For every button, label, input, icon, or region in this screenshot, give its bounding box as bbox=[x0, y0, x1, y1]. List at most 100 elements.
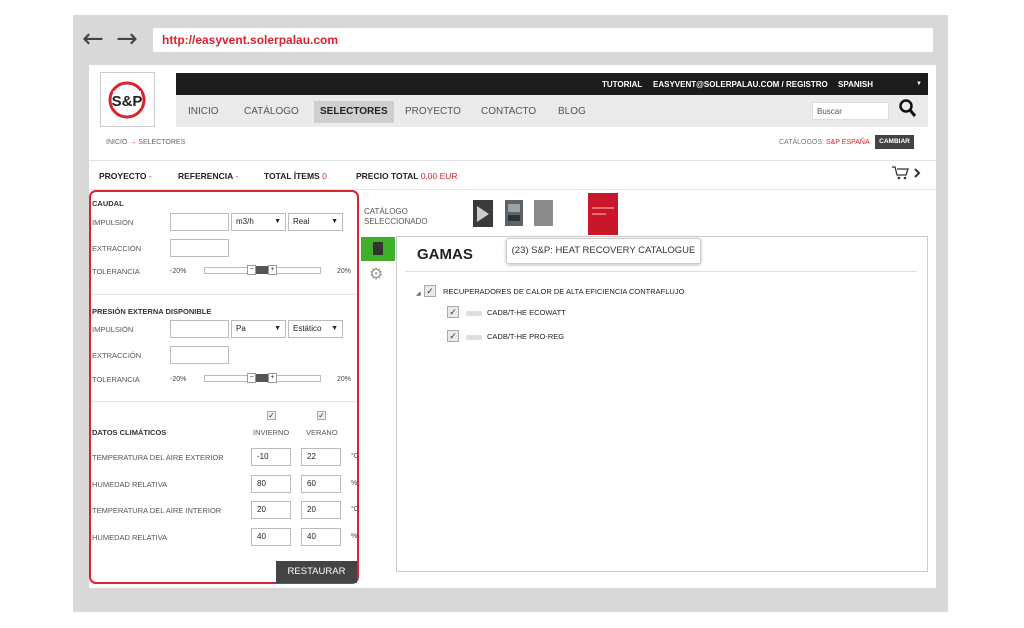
back-arrow-icon[interactable]: ← bbox=[82, 26, 104, 52]
presion-impulsion-input[interactable] bbox=[170, 320, 229, 338]
caudal-tolerancia-label: TOLERANCIA bbox=[92, 267, 140, 276]
catalog-tooltip: (23) S&P: HEAT RECOVERY CATALOGUE bbox=[506, 238, 701, 264]
top-bar: TUTORIAL EASYVENT@SOLERPALAU.COM / REGIS… bbox=[176, 73, 928, 95]
summary-proyecto-label: PROYECTO bbox=[99, 171, 147, 181]
summary-items-label: TOTAL ÍTEMS bbox=[264, 171, 320, 181]
climaticos-title: DATOS CLIMÁTICOS bbox=[92, 428, 167, 437]
search-icon[interactable] bbox=[899, 99, 917, 119]
product-icon bbox=[466, 311, 482, 316]
presion-title: PRESIÓN EXTERNA DISPONIBLE bbox=[92, 307, 212, 316]
caudal-impulsion-input[interactable] bbox=[170, 213, 229, 231]
nav-contacto[interactable]: CONTACTO bbox=[475, 101, 542, 123]
cambiar-button[interactable]: CAMBIAR bbox=[875, 135, 914, 149]
presion-minus-button[interactable]: − bbox=[247, 373, 256, 383]
presion-slider-handle[interactable] bbox=[256, 374, 268, 382]
item-checkbox[interactable]: ✓ bbox=[447, 330, 459, 342]
presion-unit-select[interactable]: Pa ▼ bbox=[231, 320, 286, 338]
divider bbox=[405, 271, 917, 272]
tree-item-label[interactable]: CADB/T-HE PRO-REG bbox=[487, 332, 564, 341]
nav-catalogo[interactable]: CATÁLOGO bbox=[238, 101, 305, 123]
cart-icon[interactable] bbox=[891, 165, 923, 181]
forward-arrow-icon[interactable]: → bbox=[116, 26, 138, 52]
clima-verano-input[interactable]: 40 bbox=[301, 528, 341, 546]
product-icon bbox=[466, 335, 482, 340]
caudal-extraccion-label: EXTRACCIÓN bbox=[92, 244, 142, 253]
nav-proyecto[interactable]: PROYECTO bbox=[399, 101, 467, 123]
presion-extraccion-label: EXTRACCIÓN bbox=[92, 351, 142, 360]
presion-mode-select[interactable]: Estático ▼ bbox=[288, 320, 343, 338]
caudal-mode-select[interactable]: Real ▼ bbox=[288, 213, 343, 231]
brand-logo[interactable]: S&P bbox=[100, 72, 155, 127]
clima-invierno-input[interactable]: -10 bbox=[251, 448, 291, 466]
catalogo-label-line2: SELECCIONADO bbox=[364, 217, 428, 226]
breadcrumb-arrow-icon: → bbox=[129, 139, 137, 146]
caudal-title: CAUDAL bbox=[92, 199, 124, 208]
catalogs-label: CATÁLOGOS: bbox=[779, 139, 824, 146]
catalog-tab-active[interactable] bbox=[361, 237, 395, 261]
caudal-unit-select[interactable]: m3/h ▼ bbox=[231, 213, 286, 231]
clima-verano-input[interactable]: 22 bbox=[301, 448, 341, 466]
catalogo-label-line1: CATÁLOGO bbox=[364, 207, 408, 216]
clima-invierno-input[interactable]: 40 bbox=[251, 528, 291, 546]
caudal-minus-button[interactable]: − bbox=[247, 265, 256, 275]
summary-precio: PRECIO TOTAL 0,00 EUR bbox=[356, 171, 458, 181]
chevron-down-icon: ▼ bbox=[331, 218, 338, 225]
summary-proyecto-value: - bbox=[148, 171, 152, 181]
catalog-thumbnail[interactable] bbox=[505, 200, 523, 226]
clima-verano-input[interactable]: 20 bbox=[301, 501, 341, 519]
verano-label: VERANO bbox=[306, 428, 338, 437]
caudal-slider-handle[interactable] bbox=[256, 266, 268, 274]
clima-unit: °C bbox=[351, 506, 359, 513]
language-select[interactable]: SPANISH bbox=[838, 80, 873, 89]
breadcrumb-home[interactable]: INICIO bbox=[106, 139, 127, 146]
item-checkbox[interactable]: ✓ bbox=[447, 306, 459, 318]
catalogs-info: CATÁLOGOS: S&P ESPAÑA bbox=[779, 139, 870, 146]
url-bar[interactable]: http://easyvent.solerpalau.com bbox=[153, 28, 933, 52]
language-caret-icon[interactable]: ▼ bbox=[916, 81, 922, 87]
presion-extraccion-input[interactable] bbox=[170, 346, 229, 364]
presion-tol-min: -20% bbox=[170, 376, 187, 383]
gamas-title: GAMAS bbox=[417, 246, 473, 263]
expand-triangle-icon[interactable]: ◢ bbox=[416, 290, 421, 297]
clima-unit: % bbox=[351, 533, 358, 540]
summary-referencia-label: REFERENCIA bbox=[178, 171, 233, 181]
restaurar-button[interactable]: RESTAURAR bbox=[276, 561, 357, 583]
tutorial-link[interactable]: TUTORIAL bbox=[602, 80, 642, 89]
clima-row-label: TEMPERATURA DEL AIRE EXTERIOR bbox=[92, 453, 224, 462]
tree-item-label[interactable]: CADB/T-HE ECOWATT bbox=[487, 308, 566, 317]
group-checkbox[interactable]: ✓ bbox=[424, 285, 436, 297]
search-input[interactable]: Buscar bbox=[812, 102, 889, 120]
chevron-down-icon: ▼ bbox=[331, 325, 338, 332]
catalog-thumbnail-selected[interactable] bbox=[588, 193, 618, 235]
presion-plus-button[interactable]: + bbox=[268, 373, 277, 383]
caudal-tol-min: -20% bbox=[170, 268, 187, 275]
catalogs-value: S&P ESPAÑA bbox=[825, 139, 870, 146]
clima-row-label: TEMPERATURA DEL AIRE INTERIOR bbox=[92, 506, 222, 515]
tree-group-label[interactable]: RECUPERADORES DE CALOR DE ALTA EFICIENCI… bbox=[443, 287, 684, 296]
clima-invierno-input[interactable]: 80 bbox=[251, 475, 291, 493]
verano-checkbox[interactable]: ✓ bbox=[317, 411, 326, 420]
presion-unit-value: Pa bbox=[236, 324, 246, 333]
nav-blog[interactable]: BLOG bbox=[552, 101, 592, 123]
presion-tolerancia-label: TOLERANCIA bbox=[92, 375, 140, 384]
clima-verano-input[interactable]: 60 bbox=[301, 475, 341, 493]
caudal-plus-button[interactable]: + bbox=[268, 265, 277, 275]
catalog-thumbnail[interactable] bbox=[534, 200, 553, 226]
document-icon bbox=[373, 242, 383, 255]
caudal-tol-max: 20% bbox=[337, 268, 352, 275]
breadcrumb: INICIO → SELECTORES bbox=[106, 139, 185, 146]
caudal-extraccion-input[interactable] bbox=[170, 239, 229, 257]
divider bbox=[91, 401, 357, 402]
clima-invierno-input[interactable]: 20 bbox=[251, 501, 291, 519]
catalogo-label: CATÁLOGO SELECCIONADO bbox=[364, 207, 434, 227]
catalog-thumbnail[interactable] bbox=[473, 200, 493, 227]
account-link[interactable]: EASYVENT@SOLERPALAU.COM / REGISTRO bbox=[653, 80, 828, 89]
nav-selectores[interactable]: SELECTORES bbox=[314, 101, 394, 123]
invierno-checkbox[interactable]: ✓ bbox=[267, 411, 276, 420]
nav-inicio[interactable]: INICIO bbox=[182, 101, 225, 123]
presion-impulsion-label: IMPULSIÓN bbox=[92, 325, 134, 334]
caudal-mode-value: Real bbox=[293, 217, 310, 226]
chevron-down-icon: ▼ bbox=[274, 325, 281, 332]
gear-icon[interactable]: ⚙ bbox=[369, 264, 383, 283]
divider bbox=[89, 160, 936, 161]
